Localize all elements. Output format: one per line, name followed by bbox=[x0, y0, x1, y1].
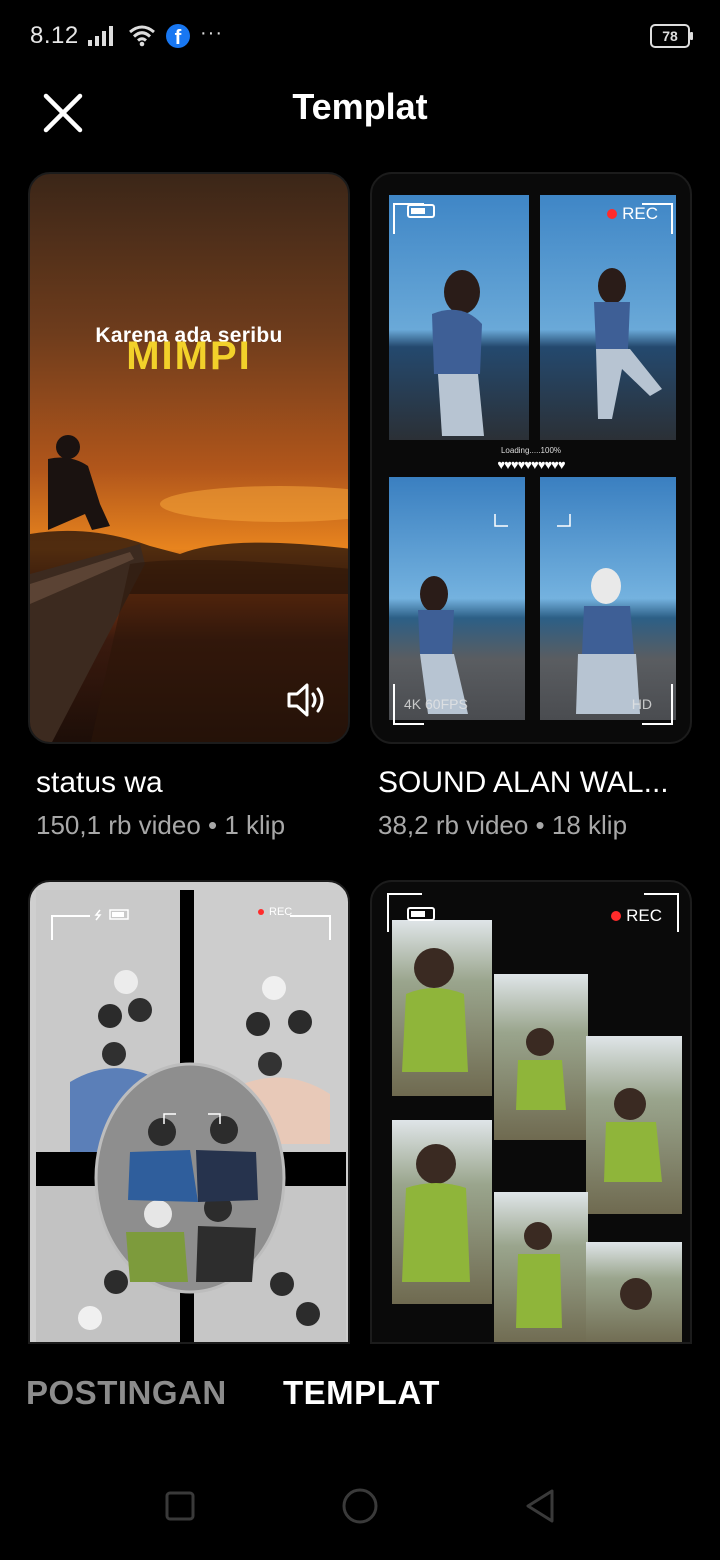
battery-level: 78 bbox=[662, 28, 678, 44]
recents-square-icon[interactable] bbox=[160, 1486, 200, 1526]
system-nav-bar bbox=[0, 1448, 720, 1560]
template-meta: 38,2 rb video • 18 klip bbox=[378, 810, 628, 840]
rec-indicator: REC bbox=[611, 906, 662, 926]
bottom-tabs: POSTINGAN TEMPLAT bbox=[0, 1344, 720, 1448]
rec-dot-icon bbox=[611, 911, 622, 921]
rec-dot-icon bbox=[607, 209, 618, 219]
template-meta: 150,1 rb video • 1 klip bbox=[36, 810, 286, 840]
facebook-icon: f bbox=[166, 24, 190, 48]
corner-label-right: HD bbox=[631, 696, 652, 712]
template-title[interactable]: status wa bbox=[36, 766, 346, 800]
rec-indicator: REC bbox=[607, 204, 658, 224]
hearts-row: ♥♥♥♥♥♥♥♥♥♥ bbox=[497, 457, 565, 472]
template-title[interactable]: SOUND ALAN WAL... bbox=[378, 766, 688, 800]
template-thumbnail[interactable]: REC bbox=[28, 880, 350, 1344]
template-thumbnail[interactable]: REC bbox=[370, 880, 692, 1344]
rec-label: REC bbox=[626, 906, 662, 925]
tab-postingan[interactable]: POSTINGAN bbox=[26, 1374, 227, 1412]
page-title: Templat bbox=[292, 86, 428, 127]
battery-icon: 78 bbox=[650, 24, 693, 48]
status-time: 8.12 bbox=[30, 22, 79, 49]
tab-templat[interactable]: TEMPLAT bbox=[283, 1374, 440, 1412]
rec-label: REC bbox=[269, 906, 293, 918]
sunset-image bbox=[30, 435, 348, 742]
status-icons: f ··· bbox=[88, 22, 223, 50]
speaker-icon[interactable] bbox=[286, 680, 328, 720]
collage-image bbox=[387, 893, 682, 1342]
corner-label-left: 4K 60FPS bbox=[404, 696, 468, 712]
home-circle-icon[interactable] bbox=[340, 1486, 380, 1526]
status-bar: 8.12 f ··· 78 bbox=[0, 0, 720, 72]
rec-indicator: REC bbox=[258, 906, 292, 918]
more-dots-icon: ··· bbox=[200, 21, 223, 44]
template-thumbnail[interactable]: REC Loading.....100% ♥♥♥♥♥♥♥♥♥♥ 4K 60FPS… bbox=[370, 172, 692, 744]
wifi-icon bbox=[129, 25, 155, 47]
template-thumbnail[interactable]: Karena ada seribu MIMPI bbox=[28, 172, 350, 744]
overlay-title: MIMPI bbox=[126, 334, 252, 378]
header: Templat bbox=[0, 72, 720, 148]
rec-label: REC bbox=[622, 204, 658, 223]
back-triangle-icon[interactable] bbox=[520, 1486, 560, 1526]
signal-icon bbox=[88, 26, 113, 46]
collage-image bbox=[36, 890, 346, 1342]
rec-dot-icon bbox=[258, 909, 264, 915]
loading-text: Loading.....100% bbox=[500, 446, 562, 455]
